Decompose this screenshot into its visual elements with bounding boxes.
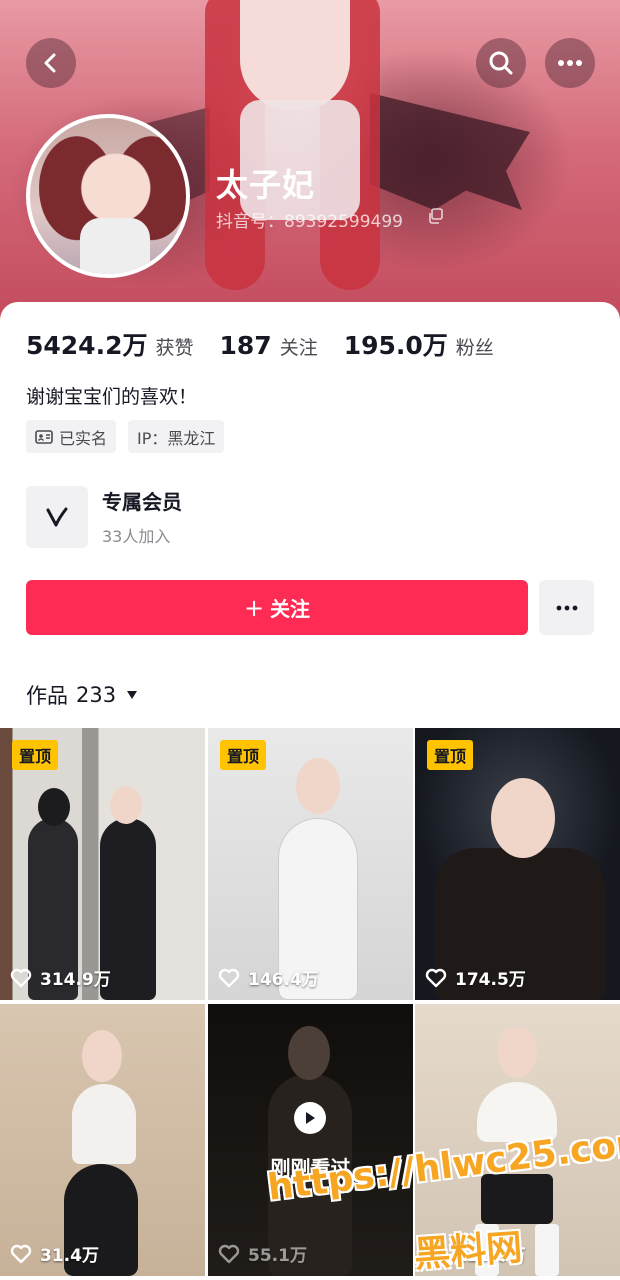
likes-count: 5424.2万 (26, 331, 148, 360)
search-button[interactable] (476, 38, 526, 88)
play-button[interactable] (294, 1102, 326, 1134)
membership-icon-box[interactable] (26, 486, 88, 548)
heart-icon (218, 968, 240, 987)
video-thumbnail[interactable]: 置顶 174.5万 (415, 728, 620, 1000)
copy-icon[interactable] (428, 208, 444, 224)
more-horizontal-icon (558, 60, 582, 66)
chevron-left-icon (44, 53, 56, 73)
ip-location-label: IP：黑龙江 (137, 428, 216, 448)
ip-location-tag: IP：黑龙江 (128, 420, 225, 453)
pinned-badge: 置顶 (427, 740, 474, 770)
video-thumbnail[interactable]: 31.4万 (0, 1004, 205, 1276)
video-likes: 314.9万 (10, 965, 111, 990)
following-count[interactable]: 187 (220, 331, 272, 360)
tab-works[interactable]: 作品 233 (26, 680, 138, 710)
plus-icon: + (243, 593, 265, 622)
caret-down-icon (127, 691, 138, 699)
membership-v-icon (46, 507, 68, 527)
avatar[interactable] (26, 114, 190, 278)
works-tab-label: 作品 (26, 684, 68, 708)
douyin-id: 抖音号：89392599499 (216, 212, 403, 232)
search-icon (489, 51, 513, 75)
banner-art-wing-right (370, 93, 530, 210)
video-likes: 55.1万 (218, 1241, 307, 1266)
banner-art-face (240, 0, 350, 110)
more-horizontal-icon (556, 605, 577, 610)
id-card-icon (35, 429, 53, 444)
followers-count[interactable]: 195.0万 (344, 326, 448, 362)
video-likes-count: 174.5万 (455, 970, 526, 990)
video-likes-count: 31.4万 (40, 1246, 99, 1266)
video-likes: 31.4万 (10, 1241, 99, 1266)
verified-tag-label: 已实名 (59, 428, 108, 448)
heart-icon (10, 968, 32, 987)
following-label[interactable]: 关注 (280, 333, 318, 360)
play-icon (306, 1112, 315, 1124)
membership-title[interactable]: 专属会员 (102, 486, 182, 515)
follow-more-button[interactable] (539, 580, 594, 635)
heart-icon (425, 968, 447, 987)
video-thumbnail[interactable]: 置顶 314.9万 (0, 728, 205, 1000)
membership-subtitle: 33人加入 (102, 527, 171, 546)
profile-name: 太子妃 (216, 166, 316, 204)
video-likes-count: 314.9万 (40, 970, 111, 990)
verified-tag: 已实名 (26, 420, 117, 453)
pinned-badge: 置顶 (220, 740, 267, 770)
bio-text: 谢谢宝宝们的喜欢！ (26, 386, 198, 408)
video-likes: 174.5万 (425, 965, 526, 990)
back-button[interactable] (26, 38, 76, 88)
heart-icon (218, 1244, 240, 1263)
pinned-badge: 置顶 (12, 740, 59, 770)
video-likes-count: 55.1万 (248, 1246, 307, 1266)
profile-stats: 5424.2万 获赞 187 关注 195.0万 粉丝 (26, 326, 494, 362)
more-options-button[interactable] (545, 38, 595, 88)
recently-viewed-overlay (208, 1004, 413, 1276)
follow-button-label: 关注 (270, 597, 311, 621)
follow-button[interactable]: + 关注 (26, 580, 528, 635)
likes-label: 获赞 (155, 337, 194, 359)
video-likes-count: 146.4万 (248, 970, 319, 990)
video-thumbnail[interactable]: 置顶 146.4万 (208, 728, 413, 1000)
watermark-text: 黑料网 (412, 1227, 524, 1276)
video-thumbnail[interactable]: 刚刚看过 55.1万 (208, 1004, 413, 1276)
followers-label[interactable]: 粉丝 (456, 333, 494, 360)
works-count: 233 (76, 683, 117, 707)
heart-icon (10, 1244, 32, 1263)
video-likes: 146.4万 (218, 965, 319, 990)
